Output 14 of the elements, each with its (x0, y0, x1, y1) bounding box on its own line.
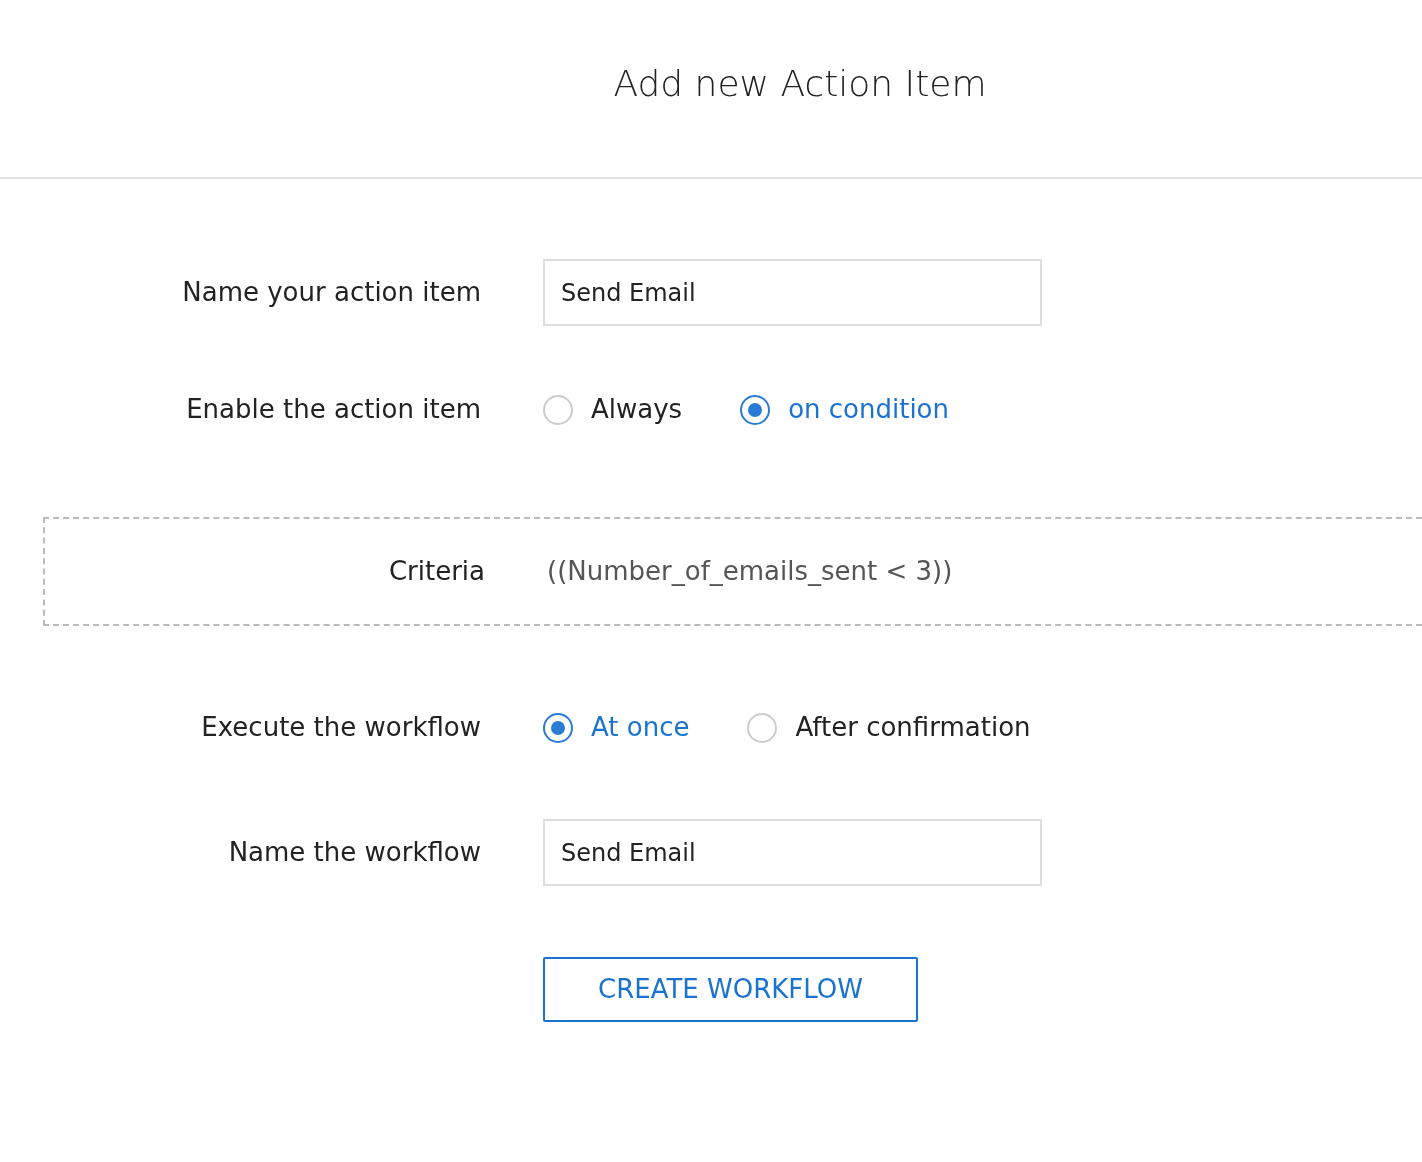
field-label: Name the workflow (227, 836, 481, 869)
field-label: Enable the action item (185, 393, 481, 426)
radio-option[interactable]: on condition (740, 390, 949, 429)
field-label: Name your action item (181, 276, 481, 309)
field-label: Criteria (387, 555, 485, 588)
create-workflow-button[interactable]: CREATE WORKFLOW (543, 957, 918, 1022)
page-title: Add new Action Item (612, 61, 988, 106)
radio-option[interactable]: Always (543, 390, 683, 429)
criteria-expression: ((Number_of_emails_sent < 3)) (547, 555, 953, 588)
radio-option[interactable]: At once (543, 708, 690, 747)
text-field[interactable]: Send Email (543, 819, 1042, 886)
field-label: Execute the workflow (200, 711, 481, 744)
radio-option[interactable]: After confirmation (747, 708, 1031, 747)
text-field[interactable]: Send Email (543, 259, 1042, 326)
